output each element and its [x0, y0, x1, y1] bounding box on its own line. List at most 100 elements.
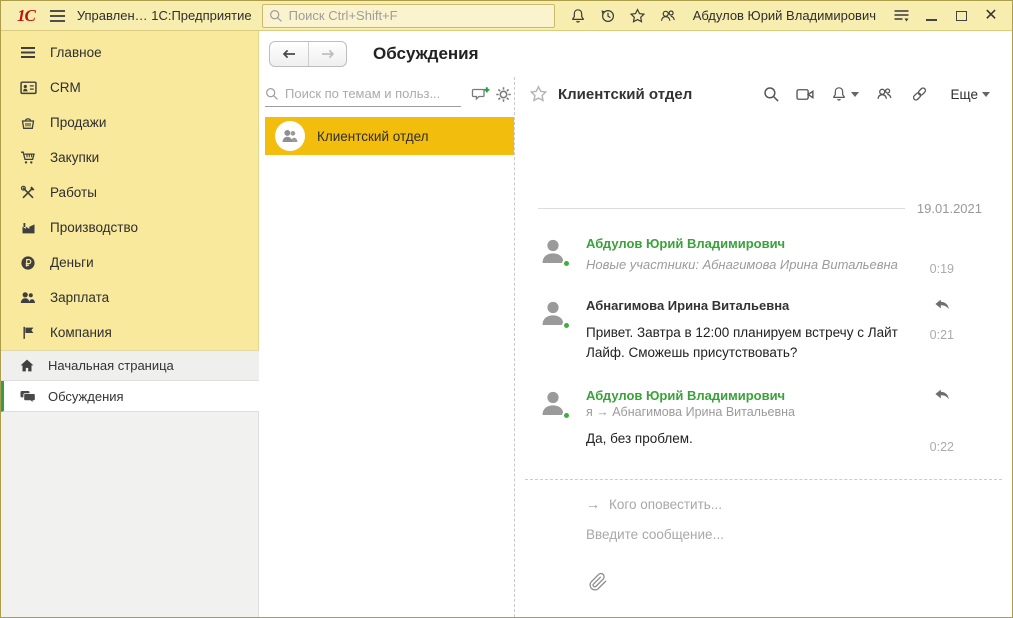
search-in-chat-icon[interactable]	[763, 83, 780, 105]
sidebar-item-label: Деньги	[50, 255, 94, 270]
sidebar-item-payroll[interactable]: Зарплата	[1, 280, 258, 315]
sidebar-item-company[interactable]: Компания	[1, 315, 258, 350]
gear-icon[interactable]	[495, 83, 512, 105]
contact-card-icon	[18, 79, 38, 97]
link-icon[interactable]	[910, 83, 929, 105]
close-button[interactable]: ✕	[978, 5, 1004, 27]
sidebar-item-label: Компания	[50, 325, 112, 340]
sidebar-item-works[interactable]: Работы	[1, 175, 258, 210]
app-window: 1С Управлен… 1С:Предприятие	[0, 0, 1013, 618]
message-body: Абдулов Юрий Владимирович Новые участник…	[586, 236, 982, 272]
favorite-star-icon[interactable]	[529, 83, 548, 105]
chat-header-actions: Еще	[763, 83, 990, 105]
message-text: Привет. Завтра в 12:00 планируем встречу…	[586, 323, 912, 362]
reply-icon[interactable]	[934, 388, 950, 402]
notify-row: →	[586, 496, 1002, 512]
discussion-search-field[interactable]	[265, 81, 461, 107]
page-title: Обсуждения	[373, 44, 479, 64]
sidebar-item-label: Начальная страница	[48, 358, 174, 373]
sidebar-sections: Главное CRM	[1, 31, 259, 350]
discussion-list-item-selected[interactable]: Клиентский отдел	[265, 117, 514, 155]
people-icon	[18, 289, 38, 307]
sidebar-item-home[interactable]: Начальная страница	[1, 350, 259, 381]
sidebar: Главное CRM	[1, 31, 259, 617]
sidebar-item-label: Обсуждения	[48, 389, 124, 404]
sidebar-item-sales[interactable]: Продажи	[1, 105, 258, 140]
sidebar-item-label: CRM	[50, 80, 81, 95]
group-avatar	[275, 121, 305, 151]
factory-icon	[18, 219, 38, 237]
favorites-star-icon[interactable]	[625, 5, 651, 27]
service-menu-icon[interactable]	[888, 5, 914, 27]
maximize-button[interactable]	[948, 5, 974, 27]
avatar	[538, 236, 568, 266]
message-body: Абнагимова Ирина Витальевна Привет. Завт…	[586, 298, 982, 362]
chat-title: Клиентский отдел	[558, 86, 692, 103]
main-menu-icon[interactable]	[45, 5, 71, 27]
reply-icon[interactable]	[934, 298, 950, 312]
notify-input[interactable]	[609, 497, 929, 512]
sidebar-item-production[interactable]: Производство	[1, 210, 258, 245]
attach-row	[588, 572, 1002, 595]
sidebar-item-purchases[interactable]: Закупки	[1, 140, 258, 175]
sidebar-item-label: Работы	[50, 185, 97, 200]
message-body: Абдулов Юрий Владимирович я → Абнагимова…	[586, 388, 982, 449]
date-label: 19.01.2021	[917, 201, 982, 216]
message-author[interactable]: Абнагимова Ирина Витальевна	[586, 298, 912, 313]
search-icon	[265, 87, 279, 101]
attach-file-icon[interactable]	[588, 572, 608, 592]
video-call-icon[interactable]	[796, 83, 815, 105]
message-input[interactable]	[586, 527, 1006, 542]
new-discussion-icon[interactable]	[471, 83, 491, 105]
chat-notifications-icon[interactable]	[831, 83, 859, 105]
minimize-button[interactable]	[918, 5, 944, 27]
search-icon	[269, 9, 283, 23]
message: Абдулов Юрий Владимирович Новые участник…	[538, 236, 982, 272]
notifications-bell-icon[interactable]	[565, 5, 591, 27]
message-author[interactable]: Абдулов Юрий Владимирович	[586, 236, 912, 251]
close-icon: ✕	[984, 8, 997, 24]
message-time: 0:22	[930, 440, 954, 454]
content-columns: Клиентский отдел Клиентский отдел	[259, 77, 1012, 617]
sidebar-item-label: Главное	[50, 45, 102, 60]
date-separator: 19.01.2021	[538, 201, 982, 216]
message: Абдулов Юрий Владимирович я → Абнагимова…	[538, 388, 982, 449]
avatar	[538, 388, 568, 418]
maximize-icon	[956, 11, 967, 21]
more-button[interactable]: Еще	[951, 87, 990, 102]
global-search-input[interactable]	[289, 8, 548, 23]
tools-icon	[18, 184, 38, 202]
participants-icon[interactable]	[875, 83, 894, 105]
sidebar-item-money[interactable]: Деньги	[1, 245, 258, 280]
users-icon[interactable]	[655, 5, 681, 27]
history-icon[interactable]	[595, 5, 621, 27]
discussion-search-row	[265, 79, 514, 109]
cart-icon	[18, 149, 38, 167]
sidebar-item-crm[interactable]: CRM	[1, 70, 258, 105]
current-user-name[interactable]: Абдулов Юрий Владимирович	[693, 8, 876, 23]
message-author[interactable]: Абдулов Юрий Владимирович	[586, 388, 912, 403]
forward-button[interactable]	[308, 42, 346, 66]
sidebar-item-discussions[interactable]: Обсуждения	[1, 381, 259, 412]
message-time: 0:21	[930, 328, 954, 342]
message-time: 0:19	[930, 262, 954, 276]
chat-header: Клиентский отдел	[515, 77, 1012, 111]
back-button[interactable]	[270, 42, 308, 66]
more-label: Еще	[951, 87, 978, 102]
group-users-icon	[281, 128, 299, 144]
minimize-icon	[926, 19, 937, 21]
flag-icon	[18, 324, 38, 342]
message: Абнагимова Ирина Витальевна Привет. Завт…	[538, 298, 982, 362]
chevron-down-icon	[851, 92, 859, 97]
hamburger-icon	[18, 44, 38, 62]
sidebar-item-main[interactable]: Главное	[1, 35, 258, 70]
notify-arrow-icon: →	[586, 496, 600, 512]
online-status-dot	[562, 411, 571, 420]
chat-panel: Клиентский отдел	[514, 77, 1012, 617]
sidebar-item-label: Закупки	[50, 150, 99, 165]
page-header: Обсуждения	[259, 31, 1012, 77]
discussion-search-input[interactable]	[285, 86, 461, 101]
sidebar-filler	[1, 412, 259, 617]
chat-bubbles-icon	[17, 387, 37, 405]
global-search[interactable]	[262, 4, 555, 28]
